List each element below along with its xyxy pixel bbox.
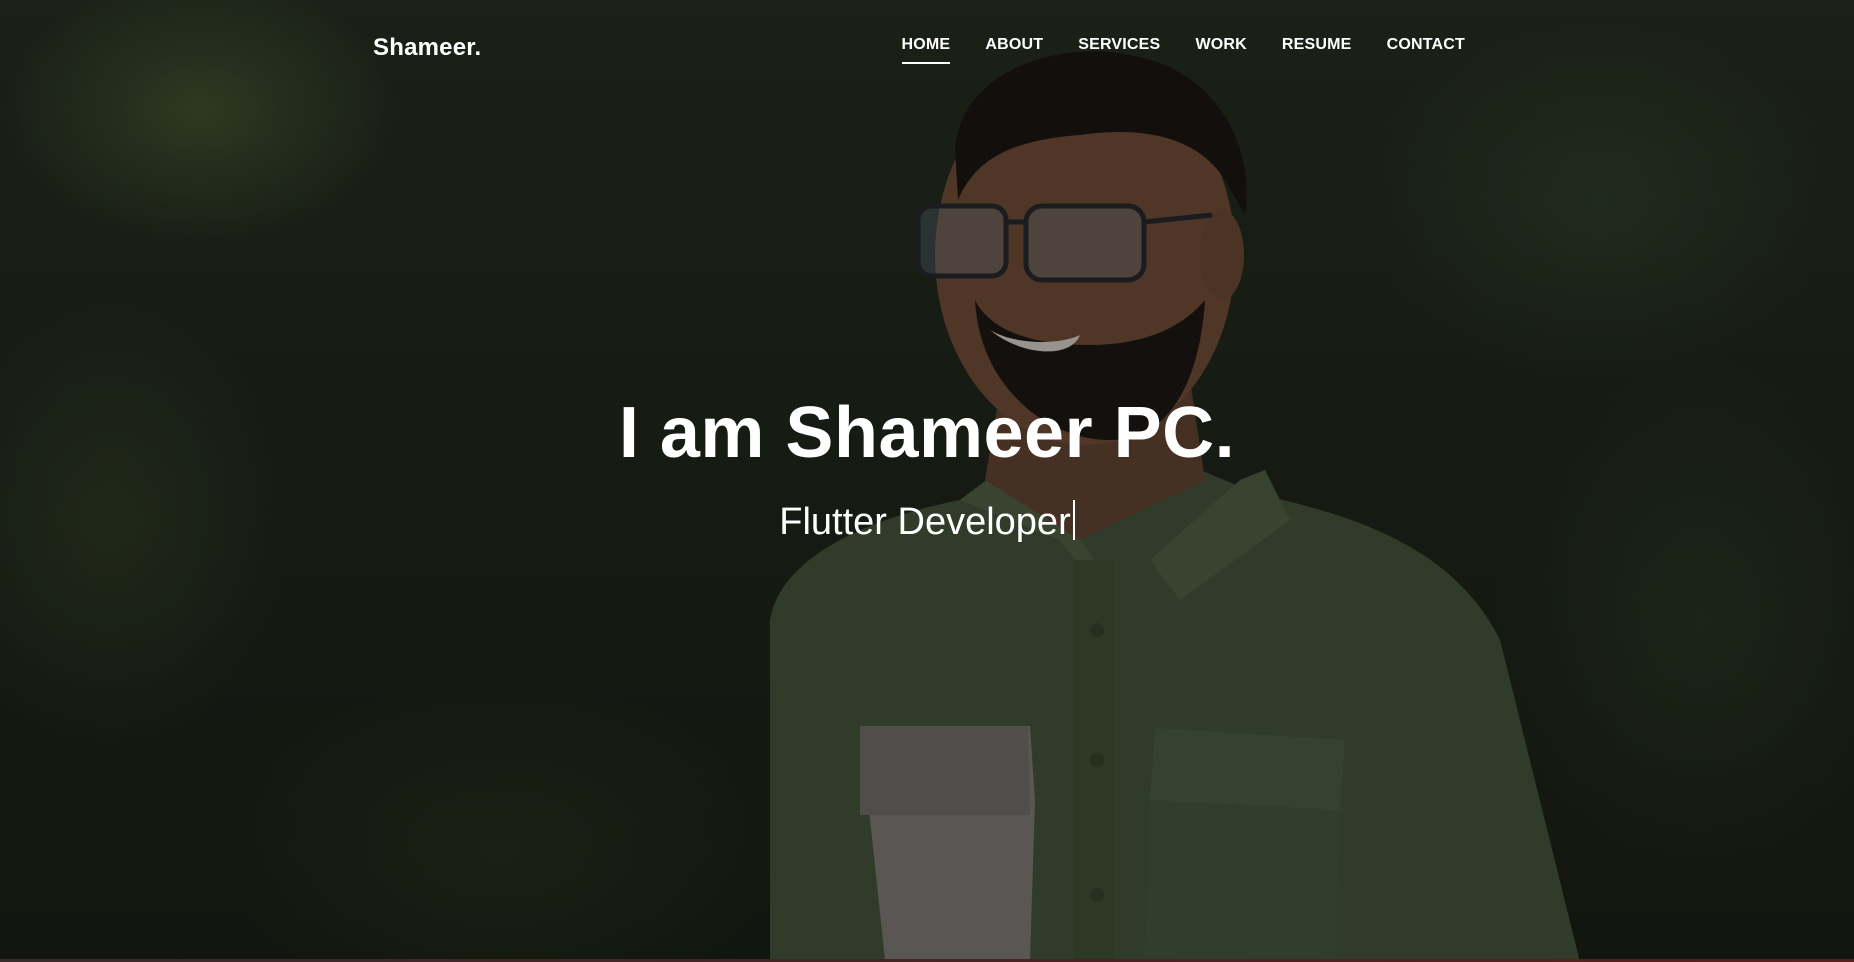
hero-subtitle: Flutter Developer — [0, 500, 1854, 544]
nav-link-about[interactable]: ABOUT — [985, 36, 1043, 64]
nav-link-services[interactable]: SERVICES — [1078, 36, 1160, 64]
nav-item-services[interactable]: SERVICES — [1078, 36, 1160, 64]
brand-logo[interactable]: Shameer. — [373, 34, 481, 62]
nav-item-resume[interactable]: RESUME — [1282, 36, 1352, 64]
nav-link-contact[interactable]: CONTACT — [1387, 36, 1465, 64]
nav-link-work[interactable]: WORK — [1195, 36, 1246, 64]
nav-item-home[interactable]: HOME — [902, 36, 951, 64]
nav-item-work[interactable]: WORK — [1195, 36, 1246, 64]
hero-text-block: I am Shameer PC. Flutter Developer — [0, 392, 1854, 544]
typing-cursor — [1072, 500, 1075, 540]
top-navbar: Shameer. HOME ABOUT SERVICES WORK RESUME… — [0, 0, 1854, 100]
nav-menu: HOME ABOUT SERVICES WORK RESUME CONTACT — [867, 36, 1466, 64]
nav-link-resume[interactable]: RESUME — [1282, 36, 1352, 64]
typed-role-text: Flutter Developer — [779, 501, 1071, 543]
hero-title: I am Shameer PC. — [618, 393, 1236, 473]
nav-item-contact[interactable]: CONTACT — [1387, 36, 1465, 64]
nav-link-home[interactable]: HOME — [902, 36, 951, 64]
nav-item-about[interactable]: ABOUT — [985, 36, 1043, 64]
hero-section: Shameer. HOME ABOUT SERVICES WORK RESUME… — [0, 0, 1854, 962]
